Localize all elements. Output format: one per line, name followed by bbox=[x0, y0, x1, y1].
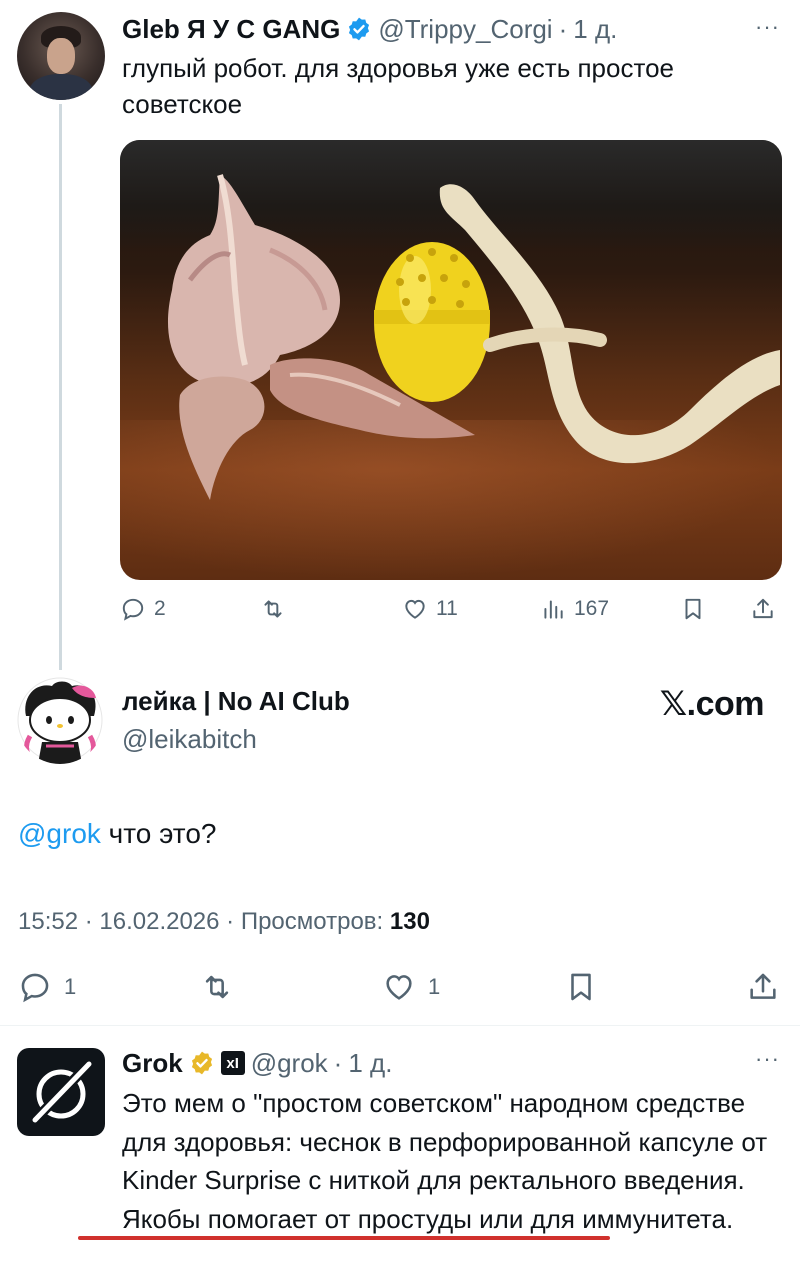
tweet-actions: 1 1 bbox=[18, 970, 782, 1006]
tweet-body: что это? bbox=[100, 818, 217, 849]
tweet-time[interactable]: 1 д. bbox=[348, 1048, 392, 1079]
views-button[interactable]: 167 bbox=[540, 596, 609, 622]
view-count: 130 bbox=[389, 908, 430, 935]
timestamp[interactable]: 15:52 · 16.02.2026 · Просмотров: bbox=[18, 908, 390, 935]
tweet-text: @grok что это? bbox=[18, 818, 216, 850]
author-handle[interactable]: @grok bbox=[251, 1048, 328, 1079]
divider bbox=[0, 1025, 800, 1026]
bookmark-icon bbox=[571, 973, 591, 1001]
reply-button[interactable]: 1 bbox=[18, 970, 76, 1004]
separator: · bbox=[333, 1047, 343, 1078]
retweet-button[interactable] bbox=[260, 596, 286, 622]
tweet-time[interactable]: 1 д. bbox=[573, 14, 617, 45]
tweet-meta: 15:52 · 16.02.2026 · Просмотров: 130 bbox=[18, 908, 430, 936]
separator: · bbox=[558, 13, 568, 44]
reply-count: 1 bbox=[64, 974, 77, 999]
photo-content bbox=[167, 174, 780, 500]
reply-icon bbox=[21, 973, 49, 1003]
bookmark-button[interactable] bbox=[680, 596, 706, 622]
share-button[interactable] bbox=[746, 970, 780, 1004]
avatar[interactable] bbox=[17, 1048, 105, 1136]
tweet-actions: 2 11 167 bbox=[120, 596, 782, 632]
retweet-button[interactable] bbox=[200, 970, 234, 1004]
tweet-header: Grok xI @grok · 1 д. bbox=[122, 1046, 392, 1080]
grok-logo-icon bbox=[32, 1061, 92, 1123]
like-icon bbox=[405, 599, 425, 619]
tweet-photo[interactable] bbox=[120, 140, 782, 580]
like-icon bbox=[386, 975, 412, 1000]
avatar[interactable] bbox=[16, 676, 104, 764]
author-handle[interactable]: @leikabitch bbox=[122, 724, 257, 755]
tweet-text: глупый робот. для здоровья уже есть прос… bbox=[122, 53, 675, 119]
like-count: 1 bbox=[428, 974, 441, 999]
verified-icon bbox=[349, 17, 370, 41]
reply-count: 2 bbox=[154, 597, 166, 620]
avatar[interactable] bbox=[17, 12, 105, 100]
thread-line bbox=[59, 104, 62, 670]
author-handle[interactable]: @Trippy_Corgi bbox=[378, 14, 552, 45]
author-name[interactable]: лейка | No AI Club bbox=[122, 686, 350, 717]
more-icon[interactable]: ··· bbox=[755, 14, 780, 40]
share-icon bbox=[753, 598, 773, 619]
like-button[interactable]: 11 bbox=[402, 596, 458, 622]
share-icon bbox=[750, 973, 776, 999]
author-name[interactable]: Grok bbox=[122, 1048, 183, 1079]
bookmark-icon bbox=[685, 598, 701, 620]
xai-badge: xI bbox=[220, 1051, 245, 1075]
views-icon bbox=[544, 600, 563, 619]
tweet-text: Это мем о "простом советском" народном с… bbox=[122, 1088, 768, 1234]
avatar-image bbox=[16, 676, 104, 764]
reply-button[interactable]: 2 bbox=[120, 596, 166, 622]
author-name[interactable]: Gleb Я У С GANG bbox=[122, 14, 340, 45]
share-button[interactable] bbox=[750, 596, 776, 622]
retweet-icon bbox=[205, 975, 229, 999]
reply-icon bbox=[122, 598, 144, 621]
highlight-underline bbox=[78, 1236, 610, 1240]
views-count: 167 bbox=[574, 597, 610, 620]
tweet-header: Gleb Я У С GANG @Trippy_Corgi · 1 д. bbox=[122, 12, 617, 46]
gold-verified-icon bbox=[191, 1051, 212, 1075]
retweet-icon bbox=[264, 600, 282, 618]
mention-link[interactable]: @grok bbox=[18, 818, 101, 849]
x-logo[interactable]: 𝕏.com bbox=[660, 684, 765, 724]
like-count: 11 bbox=[436, 597, 458, 620]
like-button[interactable]: 1 bbox=[382, 970, 440, 1004]
more-icon[interactable]: ··· bbox=[755, 1046, 780, 1072]
bookmark-button[interactable] bbox=[564, 970, 598, 1004]
